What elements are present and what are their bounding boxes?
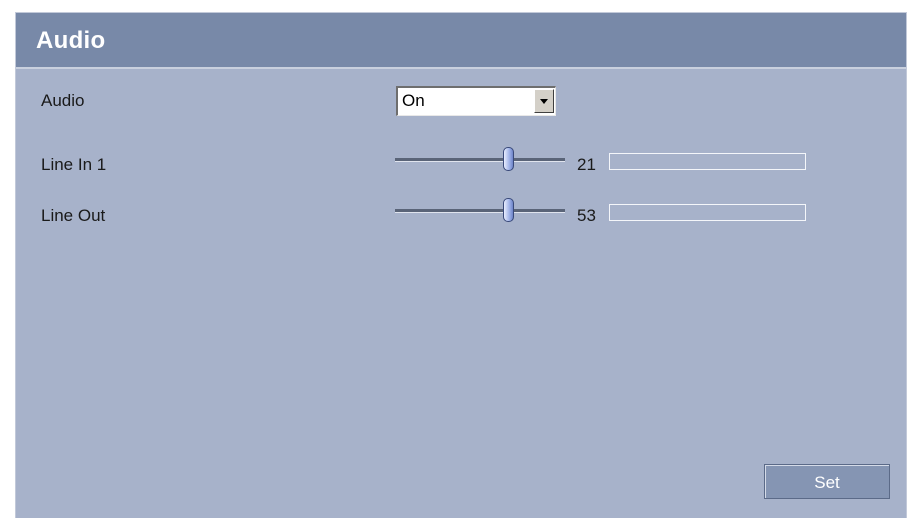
set-button[interactable]: Set <box>764 464 890 499</box>
slider-thumb[interactable] <box>503 147 514 171</box>
audio-select-value: On <box>402 91 425 110</box>
line-in-1-level-meter <box>609 153 806 170</box>
audio-label: Audio <box>41 91 85 110</box>
panel-header: Audio <box>16 13 907 69</box>
slider-thumb[interactable] <box>503 198 514 222</box>
page-title: Audio <box>36 27 106 54</box>
line-in-1-value: 21 <box>577 155 596 174</box>
line-out-level-meter <box>609 204 806 221</box>
line-out-value: 53 <box>577 206 596 225</box>
line-out-label: Line Out <box>41 206 106 225</box>
panel-edge <box>906 13 907 518</box>
line-in-1-slider[interactable] <box>395 147 565 173</box>
slider-track <box>395 158 565 162</box>
line-in-1-label: Line In 1 <box>41 155 107 174</box>
line-out-slider[interactable] <box>395 198 565 224</box>
chevron-down-icon[interactable] <box>534 89 554 113</box>
slider-track <box>395 209 565 213</box>
audio-select[interactable]: On <box>396 86 556 116</box>
audio-settings-panel: Audio Audio On Line In 1 21 Line Out 53 … <box>15 12 907 518</box>
